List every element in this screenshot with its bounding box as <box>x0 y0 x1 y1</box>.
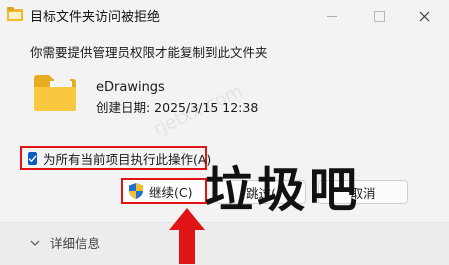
apply-all-label: 为所有当前项目执行此操作(A) <box>43 151 212 167</box>
overlay-caption: 垃圾吧 <box>205 162 362 218</box>
file-date: 创建日期: 2025/3/15 12:38 <box>96 100 259 115</box>
maximize-button[interactable] <box>359 0 399 32</box>
checkmark-icon <box>28 154 37 162</box>
permission-message: 你需要提供管理员权限才能复制到此文件夹 <box>30 45 268 60</box>
file-name: eDrawings <box>96 80 165 95</box>
details-toggle[interactable]: 详细信息 <box>30 233 100 252</box>
minimize-icon <box>327 15 337 17</box>
close-icon <box>419 11 429 21</box>
continue-label: 继续(C) <box>149 184 193 200</box>
folder-icon <box>34 75 76 111</box>
close-button[interactable] <box>404 0 444 32</box>
window-title: 目标文件夹访问被拒绝 <box>30 10 161 25</box>
chevron-down-icon <box>30 240 40 246</box>
apply-all-checkbox-row[interactable]: 为所有当前项目执行此操作(A) <box>20 146 211 170</box>
app-icon <box>7 7 23 21</box>
dialog-window: rjetxx.com 目标文件夹访问被拒绝 你需要提供管理员权限才能复制到此文件… <box>0 0 449 265</box>
apply-all-checkbox[interactable] <box>28 151 37 165</box>
minimize-button[interactable] <box>312 0 352 32</box>
maximize-icon <box>373 10 385 22</box>
continue-button[interactable]: 继续(C) <box>121 178 207 204</box>
shield-icon <box>129 183 143 199</box>
details-label: 详细信息 <box>50 236 101 251</box>
arrow-up-icon <box>169 208 205 264</box>
title-bar: 目标文件夹访问被拒绝 <box>0 0 449 32</box>
